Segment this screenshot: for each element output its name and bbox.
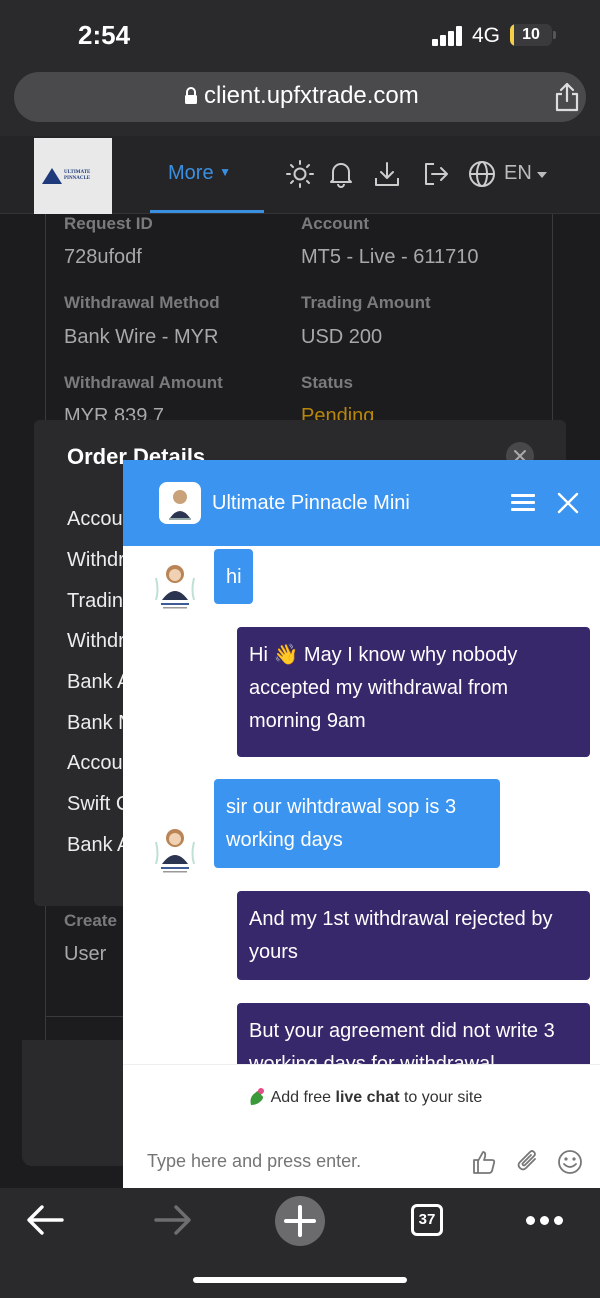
smiley-icon[interactable] xyxy=(557,1149,583,1175)
more-label: More xyxy=(168,162,214,184)
language-selector[interactable]: EN xyxy=(504,162,532,185)
agent-avatar xyxy=(155,829,195,873)
order-row-swift: Swift C xyxy=(67,793,131,815)
ultimate-pinnacle-logo[interactable]: ULTIMATE PINNACLE xyxy=(34,138,112,214)
chat-message-input[interactable] xyxy=(147,1151,447,1172)
chat-header: Ultimate Pinnacle Mini xyxy=(123,460,600,546)
account-value: MT5 - Live - 611710 xyxy=(301,246,479,268)
thumbs-up-icon[interactable] xyxy=(471,1149,497,1175)
request-id-value: 728ufodf xyxy=(64,246,142,268)
chevron-down-icon xyxy=(537,172,547,178)
more-caret-icon: ▼ xyxy=(219,165,232,179)
promo-prefix: Add free xyxy=(270,1089,336,1106)
new-tab-button[interactable] xyxy=(275,1196,325,1246)
tabs-icon[interactable]: 37 xyxy=(411,1204,443,1236)
order-row-bank-a: Bank A xyxy=(67,671,131,693)
active-tab-indicator xyxy=(150,210,264,213)
logo-text: ULTIMATE PINNACLE xyxy=(64,170,90,182)
chat-footer: Add free live chat to your site xyxy=(123,1064,600,1188)
trading-amount-value: USD 200 xyxy=(301,326,383,348)
status-label: Status xyxy=(301,373,353,392)
menu-icon[interactable] xyxy=(511,494,535,512)
download-icon[interactable] xyxy=(373,160,401,188)
withdrawal-method-value: Bank Wire - MYR xyxy=(64,326,219,348)
account-label: Account xyxy=(301,214,369,233)
livechat-bird-icon xyxy=(250,1088,264,1105)
live-chat-widget: Ultimate Pinnacle Mini hi Hi 👋 May I kno… xyxy=(123,460,600,1188)
order-row-account: Accou xyxy=(67,508,123,530)
chat-message-user: Hi 👋 May I know why nobody accepted my w… xyxy=(237,627,590,757)
battery-icon: 10 xyxy=(510,24,552,46)
add-live-chat-link[interactable]: Add free live chat to your site xyxy=(247,1085,482,1107)
site-header: ULTIMATE PINNACLE More ▼ EN xyxy=(0,136,600,214)
chat-avatar xyxy=(159,482,201,524)
browser-toolbar: client.upfxtrade.com xyxy=(0,64,600,136)
signal-icon xyxy=(432,26,464,46)
lock-icon xyxy=(185,87,197,104)
sun-icon[interactable] xyxy=(286,160,314,188)
promo-suffix: to your site xyxy=(399,1089,483,1106)
created-label: Create xyxy=(64,911,117,930)
withdrawal-amount-label: Withdrawal Amount xyxy=(64,373,223,392)
created-value: User xyxy=(64,943,107,965)
order-row-withdrawal: Withdr xyxy=(67,549,125,571)
promo-bold: live chat xyxy=(335,1089,400,1106)
logo-mark xyxy=(42,168,62,184)
chat-message-agent: sir our wihtdrawal sop is 3 working days xyxy=(214,779,500,868)
chat-message-user: And my 1st withdrawal rejected by yours xyxy=(237,891,590,980)
address-bar[interactable]: client.upfxtrade.com xyxy=(14,72,586,122)
plus-icon xyxy=(284,1205,316,1237)
logo-text-line2: PINNACLE xyxy=(64,176,91,181)
url-text: client.upfxtrade.com xyxy=(204,82,419,109)
agent-avatar xyxy=(155,565,195,609)
clock: 2:54 xyxy=(78,20,131,50)
chat-message-agent: hi xyxy=(214,549,253,604)
trading-amount-label: Trading Amount xyxy=(301,293,431,312)
network-type: 4G xyxy=(472,24,501,47)
chat-title: Ultimate Pinnacle Mini xyxy=(212,492,410,514)
globe-icon[interactable] xyxy=(468,160,496,188)
more-dots-icon[interactable] xyxy=(526,1216,564,1226)
forward-icon[interactable] xyxy=(154,1204,192,1236)
status-bar: 2:54 4G 10 xyxy=(0,0,600,64)
bell-icon[interactable] xyxy=(327,160,355,188)
battery-level: 10 xyxy=(522,26,540,43)
logout-icon[interactable] xyxy=(422,160,450,188)
order-row-withdrawal-2: Withdr xyxy=(67,630,125,652)
request-id-label: Request ID xyxy=(64,214,153,233)
home-indicator[interactable] xyxy=(193,1277,407,1283)
more-menu[interactable]: More ▼ xyxy=(168,162,231,185)
order-row-bank-a-2: Bank A xyxy=(67,834,131,856)
share-icon[interactable] xyxy=(554,82,580,112)
logo-text-line1: ULTIMATE xyxy=(64,170,91,175)
order-row-account-2: Accou xyxy=(67,752,123,774)
back-icon[interactable] xyxy=(26,1204,64,1236)
close-icon[interactable] xyxy=(557,492,579,514)
battery-tip xyxy=(553,31,556,39)
withdrawal-method-label: Withdrawal Method xyxy=(64,293,220,312)
paperclip-icon[interactable] xyxy=(515,1149,541,1175)
